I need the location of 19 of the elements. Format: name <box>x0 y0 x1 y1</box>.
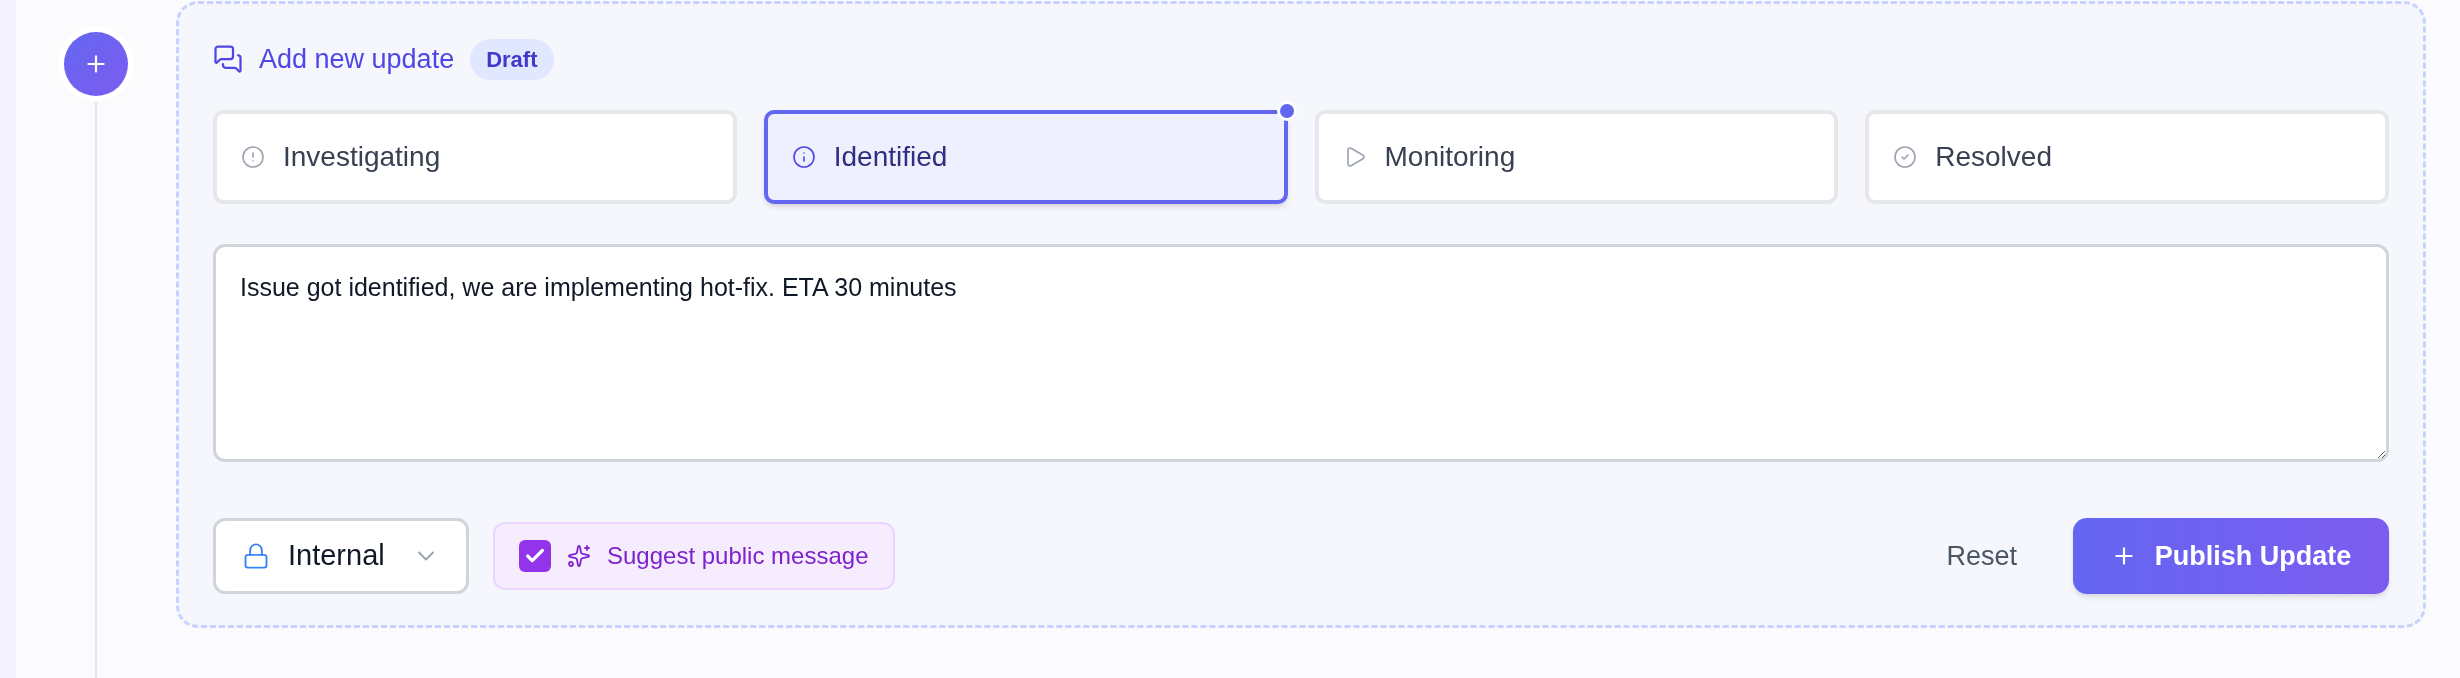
alert-icon <box>241 145 265 169</box>
sparkles-icon <box>567 544 591 568</box>
suggest-label: Suggest public message <box>607 541 869 571</box>
suggest-toggle[interactable]: Suggest public message <box>493 522 895 590</box>
info-icon <box>791 145 816 169</box>
checkbox[interactable] <box>519 540 551 572</box>
lock-icon <box>242 542 270 570</box>
status-option[interactable]: Resolved <box>1865 110 2389 204</box>
status-option[interactable]: Identified <box>763 110 1288 204</box>
status-option[interactable]: Investigating <box>213 110 737 204</box>
card-title: Add new update <box>259 42 455 76</box>
chat-icon <box>213 44 243 74</box>
status-option[interactable]: Monitoring <box>1314 110 1839 204</box>
visibility-select[interactable]: Internal <box>213 518 469 594</box>
message-field[interactable]: Issue got identified, we are implementing hot-fix. ETA 30 minutes <box>213 244 2389 462</box>
reset-button[interactable]: Reset <box>1926 518 2037 594</box>
draft-badge: Draft <box>470 38 554 80</box>
check-circle-icon <box>1893 145 1918 169</box>
publish-button[interactable]: Publish Update <box>2073 518 2389 594</box>
